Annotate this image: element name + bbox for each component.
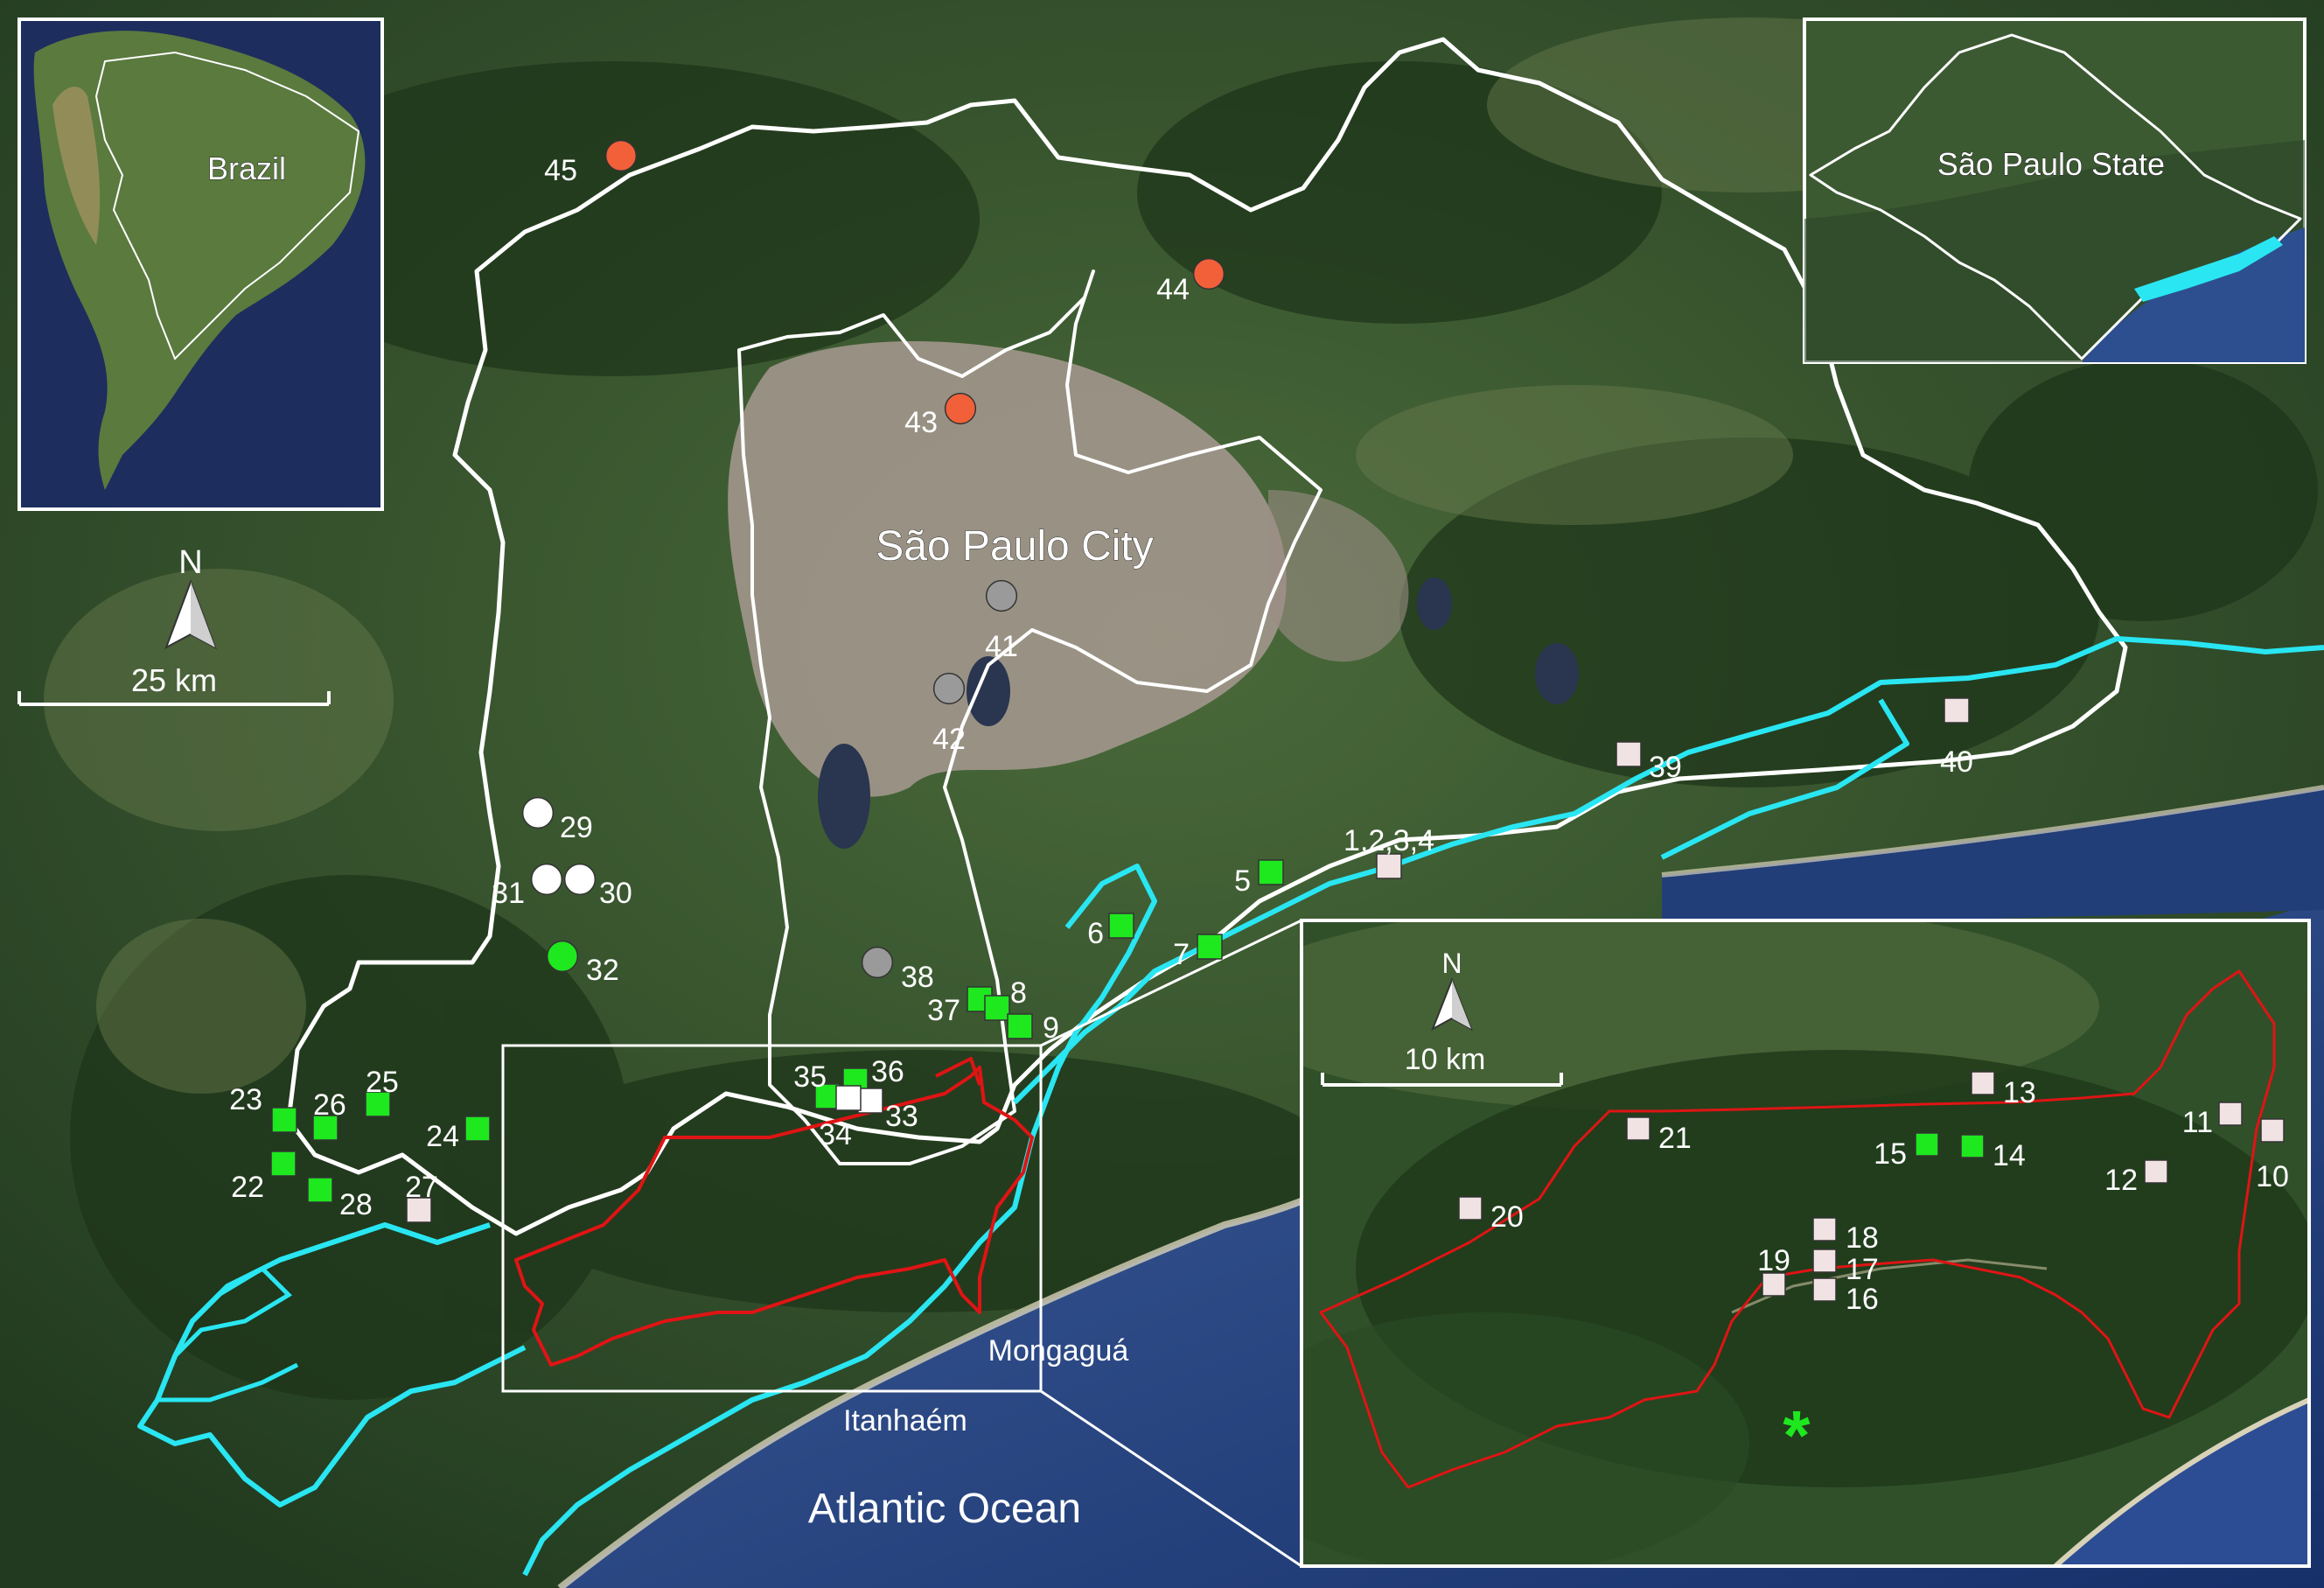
site-marker-5 — [1258, 859, 1284, 885]
site-label-28: 28 — [339, 1188, 373, 1221]
site-marker-8 — [984, 995, 1010, 1021]
site-marker-21 — [1626, 1116, 1651, 1141]
north-label: N — [178, 544, 202, 581]
site-marker-1-2-3-4 — [1376, 853, 1402, 879]
site-label-32: 32 — [586, 954, 619, 987]
site-label-11: 11 — [2182, 1106, 2213, 1139]
state-inset: São Paulo State — [1803, 17, 2307, 364]
site-marker-10 — [2260, 1118, 2285, 1143]
map-canvas: São Paulo City Atlantic Ocean Mongaguá I… — [0, 0, 2324, 1588]
site-label-40: 40 — [1940, 745, 1973, 779]
site-label-29: 29 — [560, 811, 593, 844]
site-label-25: 25 — [366, 1066, 399, 1099]
site-marker-39 — [1616, 741, 1642, 767]
site-marker-43 — [944, 392, 977, 425]
site-marker-44 — [1192, 257, 1225, 290]
brazil-inset: Brazil — [17, 17, 384, 511]
detail-north-label: N — [1441, 948, 1462, 979]
site-marker-38 — [861, 946, 894, 979]
site-label-36: 36 — [871, 1055, 904, 1088]
site-label-41: 41 — [985, 630, 1018, 663]
site-label-44: 44 — [1156, 273, 1190, 306]
site-marker-7 — [1197, 934, 1223, 960]
site-label-37: 37 — [927, 994, 960, 1027]
site-marker-18 — [1812, 1217, 1837, 1242]
site-label-33: 33 — [885, 1100, 918, 1133]
site-marker-23 — [271, 1107, 297, 1133]
site-marker-32 — [546, 940, 579, 973]
detail-scale-label: 10 km — [1405, 1043, 1486, 1076]
site-label-43: 43 — [904, 406, 938, 439]
site-marker-14 — [1960, 1134, 1985, 1158]
site-label-20: 20 — [1490, 1200, 1524, 1234]
ocean-label: Atlantic Ocean — [808, 1486, 1081, 1532]
site-label-22: 22 — [231, 1171, 264, 1204]
map-figure: São Paulo City Atlantic Ocean Mongaguá I… — [0, 0, 2324, 1588]
site-label-24: 24 — [426, 1120, 459, 1153]
site-marker-40 — [1944, 697, 1970, 724]
city-label: São Paulo City — [876, 523, 1154, 570]
site-label-15: 15 — [1874, 1137, 1907, 1171]
site-marker-30 — [563, 863, 597, 896]
site-label-42: 42 — [932, 723, 966, 756]
site-label-18: 18 — [1846, 1221, 1879, 1255]
detail-inset: 13 21 15 14 11 10 12 20 18 19 1716 * N 10 km — [1300, 919, 2311, 1568]
site-marker-34 — [835, 1085, 862, 1111]
site-label-17: 17 — [1846, 1253, 1879, 1286]
brazil-label: Brazil — [207, 150, 286, 186]
site-label-27: 27 — [405, 1171, 438, 1204]
site-label-10: 10 — [2256, 1160, 2289, 1193]
site-label-21: 21 — [1658, 1122, 1692, 1155]
state-label: São Paulo State — [1937, 146, 2165, 182]
site-label-14: 14 — [1992, 1139, 2026, 1172]
town-label-mongagua: Mongaguá — [988, 1334, 1129, 1368]
site-label-35: 35 — [793, 1060, 827, 1094]
site-label-19: 19 — [1757, 1244, 1790, 1277]
site-label-7: 7 — [1173, 938, 1190, 971]
town-label-itanhaem: Itanhaém — [843, 1404, 967, 1438]
site-marker-20 — [1458, 1196, 1483, 1221]
site-marker-33 — [857, 1088, 883, 1114]
site-marker-31 — [530, 863, 563, 896]
asterisk-marker: * — [1783, 1396, 1811, 1474]
site-label-16: 16 — [1846, 1283, 1879, 1316]
site-marker-24 — [464, 1116, 491, 1142]
site-label-26: 26 — [313, 1088, 346, 1122]
site-marker-15 — [1915, 1132, 1939, 1157]
site-label-12: 12 — [2104, 1164, 2138, 1197]
site-marker-11 — [2218, 1102, 2243, 1126]
site-marker-6 — [1108, 913, 1134, 939]
site-label-9: 9 — [1043, 1011, 1059, 1045]
site-label-30: 30 — [599, 877, 632, 910]
site-marker-13 — [1971, 1071, 1995, 1095]
site-marker-42 — [932, 672, 966, 705]
site-marker-16 — [1812, 1277, 1837, 1302]
site-marker-9 — [1007, 1013, 1033, 1039]
site-label-31: 31 — [492, 877, 525, 910]
site-label-1-2-3-4: 1,2,3,4 — [1343, 824, 1434, 857]
site-marker-45 — [604, 139, 638, 172]
site-marker-17 — [1812, 1249, 1837, 1273]
site-label-6: 6 — [1087, 917, 1104, 950]
site-marker-41 — [985, 579, 1018, 612]
site-label-8: 8 — [1010, 976, 1027, 1010]
site-label-5: 5 — [1234, 864, 1251, 898]
scale-label: 25 km — [131, 662, 217, 698]
site-label-23: 23 — [229, 1083, 262, 1116]
site-label-13: 13 — [2003, 1076, 2036, 1109]
site-marker-28 — [307, 1177, 333, 1203]
site-marker-29 — [521, 796, 555, 829]
site-label-38: 38 — [901, 961, 934, 994]
site-marker-12 — [2144, 1159, 2168, 1184]
site-label-34: 34 — [819, 1118, 852, 1151]
site-label-45: 45 — [544, 154, 577, 187]
site-label-39: 39 — [1649, 751, 1682, 784]
site-marker-22 — [270, 1151, 297, 1177]
